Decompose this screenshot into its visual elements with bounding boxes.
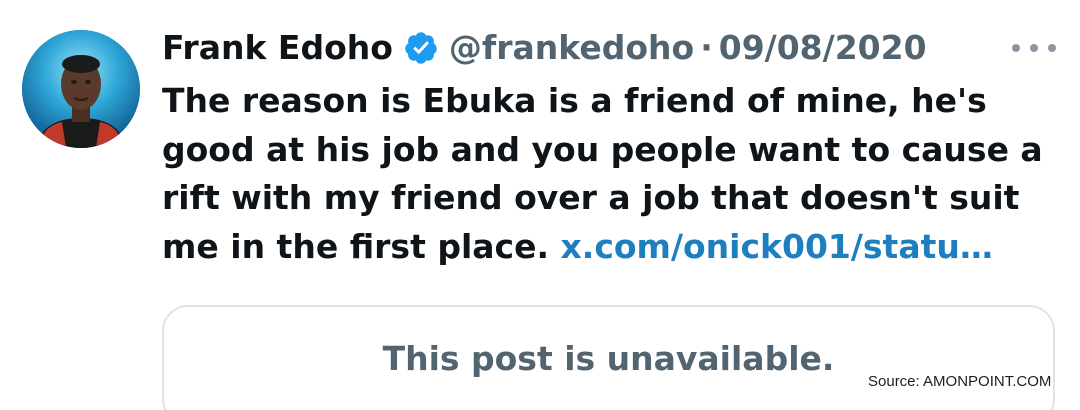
more-dot (1048, 44, 1056, 52)
tweet: Frank Edoho @frankedoho · 09/08/2020 The… (0, 0, 1080, 410)
avatar-image (22, 30, 140, 148)
quoted-post-card[interactable]: This post is unavailable. (162, 305, 1055, 410)
post-date[interactable]: 09/08/2020 (719, 20, 927, 76)
tweet-text: The reason is Ebuka is a friend of mine,… (162, 77, 1062, 271)
author-name[interactable]: Frank Edoho (162, 20, 393, 76)
more-dot (1012, 44, 1020, 52)
avatar[interactable] (22, 30, 140, 148)
more-dots-icon[interactable] (1012, 40, 1056, 56)
tweet-header: Frank Edoho @frankedoho · 09/08/2020 (162, 20, 927, 76)
source-watermark: Source: AMONPOINT.COM (866, 373, 1054, 390)
tweet-link[interactable]: x.com/onick001/statu… (561, 227, 993, 266)
author-handle[interactable]: @frankedoho (449, 20, 694, 76)
header-separator: · (700, 28, 713, 67)
more-dot (1030, 44, 1038, 52)
verified-badge-icon (403, 30, 439, 66)
